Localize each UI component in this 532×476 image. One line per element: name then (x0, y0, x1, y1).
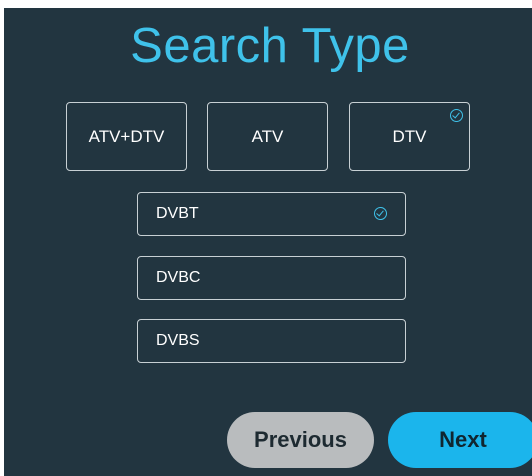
check-circle-icon (374, 207, 387, 220)
search-type-label: ATV (251, 126, 284, 146)
dtv-standard-option-dvbt[interactable]: DVBT (137, 192, 406, 236)
dtv-standard-label: DVBT (156, 205, 199, 222)
page-title: Search Type (130, 19, 410, 73)
search-type-option-atv[interactable]: ATV (207, 102, 328, 171)
check-circle-icon (450, 109, 463, 122)
search-type-option-atv-dtv[interactable]: ATV+DTV (66, 102, 187, 171)
dtv-standard-option-dvbc[interactable]: DVBC (137, 256, 406, 300)
previous-button[interactable]: Previous (227, 412, 374, 468)
dtv-standard-option-dvbs[interactable]: DVBS (137, 319, 406, 363)
next-button[interactable]: Next (388, 412, 532, 468)
search-type-option-dtv[interactable]: DTV (349, 102, 470, 171)
search-type-label: ATV+DTV (88, 126, 165, 146)
tv-setup-screen: Search Type ATV+DTV ATV DTV DVBT DVBC DV… (4, 8, 532, 476)
dtv-standard-label: DVBC (156, 269, 201, 286)
search-type-label: DTV (392, 126, 427, 146)
dtv-standard-label: DVBS (156, 332, 200, 349)
